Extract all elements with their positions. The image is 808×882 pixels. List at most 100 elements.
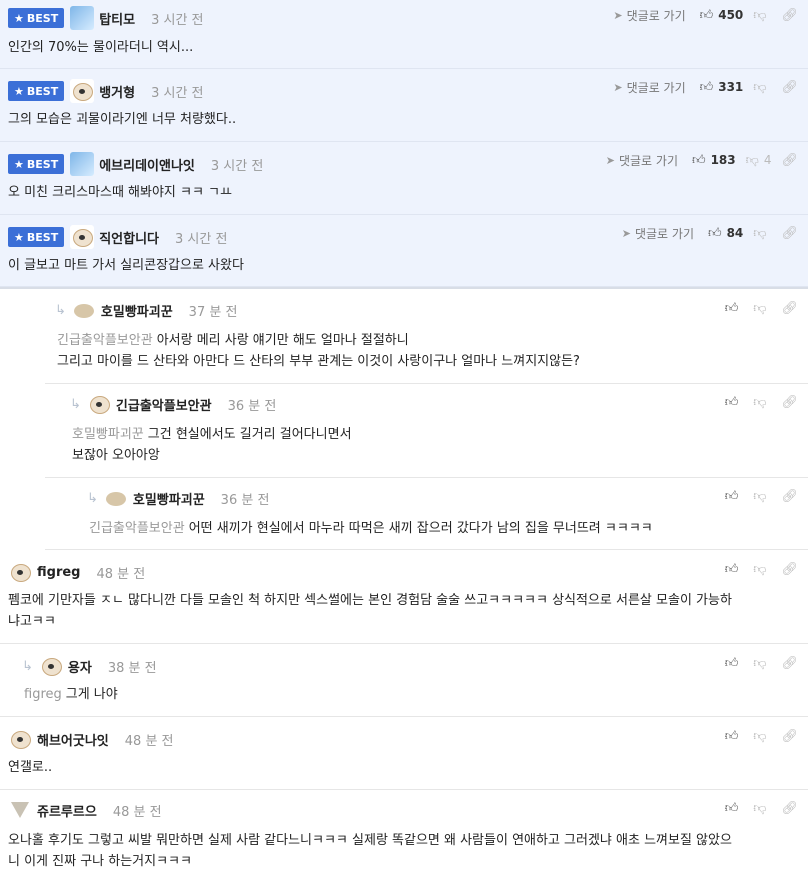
avatar[interactable] [70,225,95,249]
reply-comment: ↳ 호밀빵파괴꾼 37 분 전 👍︎ 👎︎ 🔗︎ 긴급출악플보안관 아서랑 메리 … [45,290,808,384]
nickname[interactable]: figreg [37,565,80,580]
link-icon[interactable]: 🔗︎ [781,489,798,504]
comment-text: 연갤로.. [8,760,53,775]
nickname[interactable]: 용자 [68,657,92,676]
comment-text: 인간의 70%는 물이라더니 역시... [8,40,194,55]
dislike-button[interactable]: 👎︎ [753,562,771,577]
dislike-button[interactable]: 👎︎ [753,226,771,241]
reply-comment: ↳ 용자 38 분 전 👍︎ 👎︎ 🔗︎ figreg 그게 나야 [0,644,808,717]
link-icon[interactable]: 🔗︎ [781,729,798,744]
thumbs-up-icon: 👍︎ [724,300,739,316]
nickname[interactable]: 호밀빵파괴꾼 [133,489,205,508]
dislike-button[interactable]: 👎︎ [753,395,771,410]
comment: figreg 48 분 전 👍︎ 👎︎ 🔗︎ 펨코에 기만자들 ㅈㄴ 많다니깐 … [0,550,808,644]
dislike-button[interactable]: 👎︎ [753,301,771,316]
timestamp: 48 분 전 [124,733,174,749]
like-button[interactable]: 👍︎ 331 [700,80,744,95]
timestamp: 48 분 전 [96,566,146,582]
nickname[interactable]: 에브리데이앤나잇 [99,155,195,174]
nickname[interactable]: 해브어굿나잇 [37,730,109,749]
thumbs-up-icon: 👍︎ [707,225,722,241]
like-button[interactable]: 👍︎ [725,301,744,316]
mention[interactable]: 긴급출악플보안관 [57,333,153,348]
link-icon[interactable]: 🔗︎ [781,395,798,410]
avatar[interactable] [86,392,111,416]
mention[interactable]: 긴급출악플보안관 [89,521,185,536]
like-button[interactable]: 👍︎ [725,395,744,410]
go-to-reply-link[interactable]: ➤ 댓글로 가기 [613,7,685,24]
like-button[interactable]: 👍︎ [725,729,744,744]
timestamp: 3 시간 전 [151,85,204,101]
thumbs-down-icon: 👎︎ [753,7,767,23]
nickname[interactable]: 쥬르루르으 [37,801,97,820]
avatar[interactable] [103,486,128,510]
thumbs-down-icon: 👎︎ [753,728,767,744]
go-to-reply-link[interactable]: ➤ 댓글로 가기 [622,225,694,242]
nickname[interactable]: 직언합니다 [99,228,159,247]
avatar[interactable] [70,79,95,103]
avatar[interactable] [8,560,32,584]
thumbs-up-icon: 👍︎ [724,561,739,577]
like-button[interactable]: 👍︎ 450 [700,8,744,23]
link-icon[interactable]: 🔗︎ [781,801,798,816]
comment-text: 오 미친 크리스마스때 해봐야지 ㅋㅋ ㄱㅛ [8,185,232,200]
thumbs-up-icon: 👍︎ [724,488,739,504]
avatar[interactable] [8,798,32,822]
avatar[interactable] [71,298,96,322]
like-button[interactable]: 👍︎ 183 [692,153,736,168]
dislike-button[interactable]: 👎︎ [753,489,771,504]
dislike-button[interactable]: 👎︎ [753,729,771,744]
nickname[interactable]: 탑티모 [99,9,135,28]
reply-comment: ↳ 호밀빵파괴꾼 36 분 전 👍︎ 👎︎ 🔗︎ 긴급출악플보안관 어떤 새끼가 … [45,478,808,550]
star-icon: ★ [14,11,24,25]
timestamp: 38 분 전 [107,660,157,676]
thumbs-up-icon: 👍︎ [724,394,739,410]
comment-text: 호밀빵파괴꾼 그건 현실에서도 길거리 걸어다니면서 보잖아 오아아앙 [72,427,352,463]
reply-arrow-icon: ↳ [55,302,66,318]
link-icon[interactable]: 🔗︎ [781,656,798,671]
like-button[interactable]: 👍︎ [725,489,744,504]
timestamp: 3 시간 전 [151,12,204,28]
best-badge: ★ BEST [8,154,65,174]
timestamp: 3 시간 전 [175,231,228,247]
thumbs-up-icon: 👍︎ [724,655,739,671]
thumbs-down-icon: 👎︎ [753,800,767,816]
like-button[interactable]: 👍︎ [725,801,744,816]
paper-plane-icon: ➤ [621,226,631,240]
nickname[interactable]: 긴급출악플보안관 [116,395,212,414]
reply-arrow-icon: ↳ [22,658,33,674]
timestamp: 36 분 전 [220,492,270,508]
link-icon[interactable]: 🔗︎ [781,562,798,577]
avatar[interactable] [38,654,63,678]
comment: 쥬르루르으 48 분 전 👍︎ 👎︎ 🔗︎ 오나홀 후기도 그렇고 씨발 뭐만하… [0,790,808,882]
nickname[interactable]: 뱅거형 [99,82,135,101]
like-button[interactable]: 👍︎ [725,562,744,577]
avatar[interactable] [70,152,95,176]
like-button[interactable]: 👍︎ [725,656,744,671]
mention[interactable]: figreg [24,687,62,702]
go-to-reply-link[interactable]: ➤ 댓글로 가기 [613,79,685,96]
go-to-reply-link[interactable]: ➤ 댓글로 가기 [606,152,678,169]
comment-text: 펨코에 기만자들 ㅈㄴ 많다니깐 다들 모솔인 척 하지만 섹스썰에는 본인 경… [8,593,732,629]
like-button[interactable]: 👍︎ 84 [708,226,743,241]
section-divider [0,287,808,289]
link-icon[interactable]: 🔗︎ [781,8,798,23]
avatar[interactable] [8,727,32,751]
comment-text: 이 글보고 마트 가서 실리콘장갑으로 사왔다 [8,258,244,273]
link-icon[interactable]: 🔗︎ [781,80,798,95]
paper-plane-icon: ➤ [613,8,623,22]
dislike-button[interactable]: 👎︎ [753,8,771,23]
dislike-button[interactable]: 👎︎ 4 [746,153,772,168]
link-icon[interactable]: 🔗︎ [781,226,798,241]
mention[interactable]: 호밀빵파괴꾼 [72,427,144,442]
thumbs-down-icon: 👎︎ [753,225,767,241]
thumbs-down-icon: 👎︎ [753,300,767,316]
star-icon: ★ [14,84,24,98]
link-icon[interactable]: 🔗︎ [781,301,798,316]
dislike-button[interactable]: 👎︎ [753,80,771,95]
link-icon[interactable]: 🔗︎ [781,153,798,168]
nickname[interactable]: 호밀빵파괴꾼 [101,301,173,320]
dislike-button[interactable]: 👎︎ [753,656,771,671]
dislike-button[interactable]: 👎︎ [753,801,771,816]
avatar[interactable] [70,6,95,30]
